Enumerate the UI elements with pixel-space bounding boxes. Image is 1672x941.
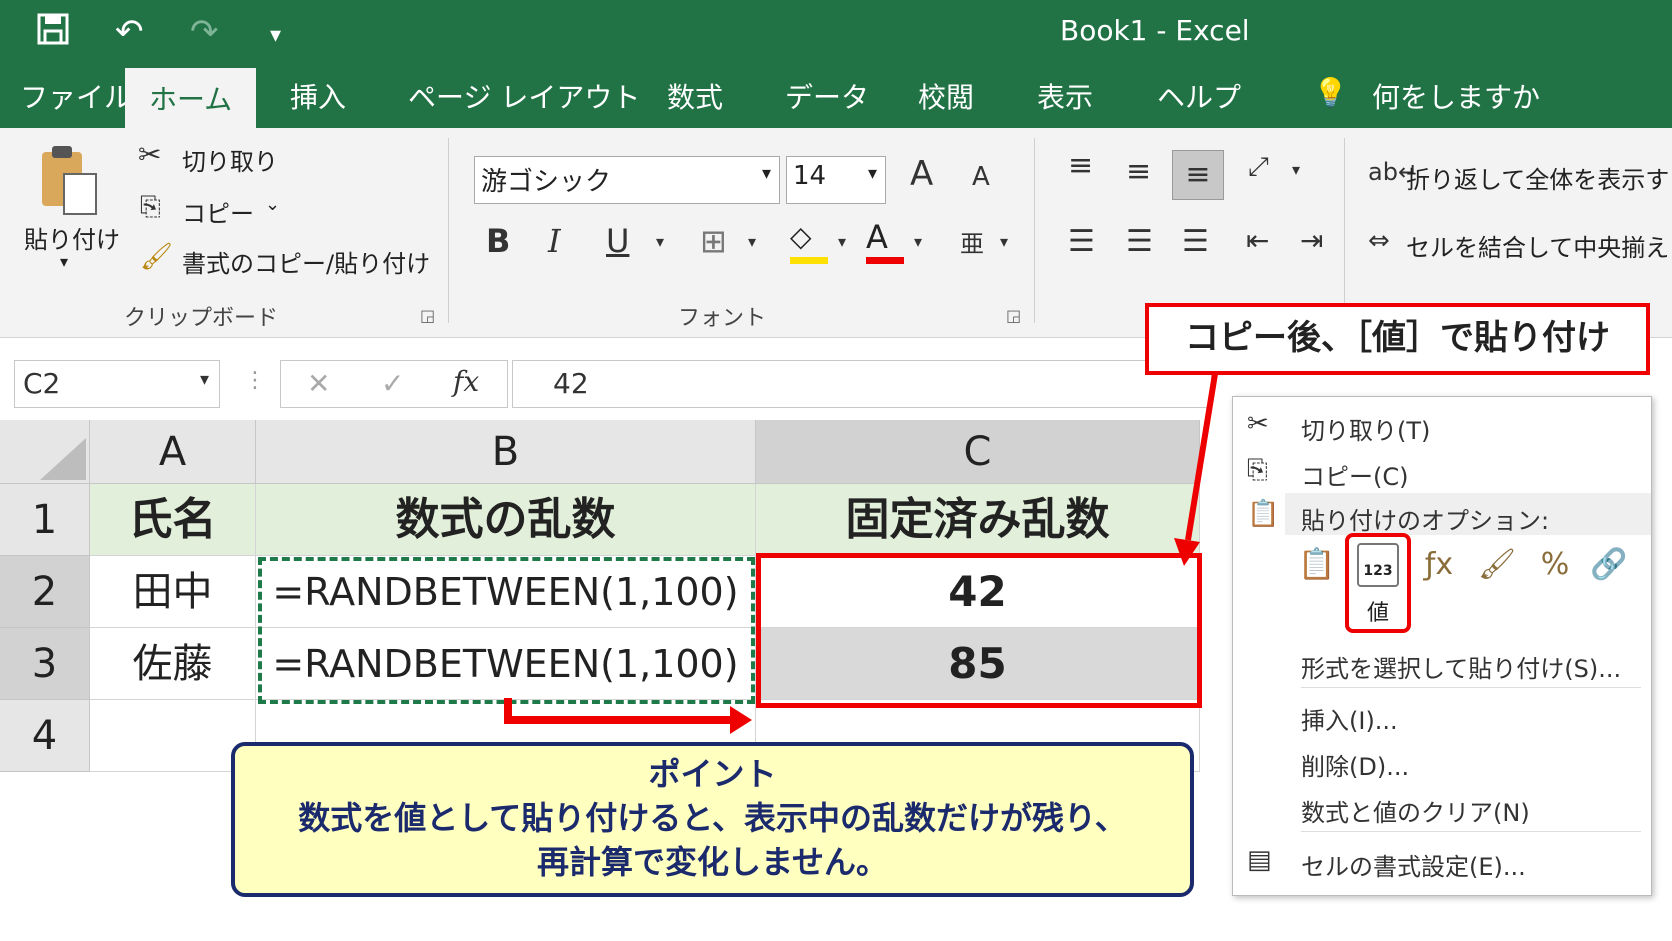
menu-item-cut[interactable]: 切り取り(T) <box>1301 411 1430 446</box>
menu-separator <box>1301 687 1641 688</box>
format-cells-icon: ▤ <box>1247 845 1272 875</box>
paste-option-link-icon[interactable]: 🔗 <box>1585 547 1633 599</box>
menu-item-format-cells[interactable]: セルの書式設定(E)... <box>1301 847 1526 882</box>
point-line-2: 再計算で変化しません。 <box>536 843 889 881</box>
paste-values-callout: コピー後、［値］で貼り付け <box>1145 303 1650 375</box>
point-line-1: 数式を値として貼り付けると、表示中の乱数だけが残り、 <box>298 799 1127 837</box>
paste-option-percent-icon[interactable]: % <box>1531 547 1579 599</box>
arrow-head-down <box>1174 538 1200 566</box>
paste-option-formulas-icon[interactable]: ƒx <box>1415 547 1463 599</box>
values-label: 値 <box>1366 601 1389 626</box>
arrow-head-right <box>730 706 752 734</box>
menu-item-insert[interactable]: 挿入(I)... <box>1301 701 1398 736</box>
values-badge: 123 <box>1357 543 1399 587</box>
menu-item-copy[interactable]: コピー(C) <box>1301 457 1408 492</box>
paste-icon: 📋 <box>1247 499 1280 529</box>
menu-separator <box>1301 831 1641 832</box>
menu-item-clear-contents[interactable]: 数式と値のクリア(N) <box>1301 793 1530 828</box>
menu-item-delete[interactable]: 削除(D)... <box>1301 747 1409 782</box>
paste-option-values[interactable]: 123 値 <box>1345 533 1411 633</box>
point-title: ポイント <box>648 755 777 793</box>
paste-option-paste-icon[interactable]: 📋 <box>1293 547 1341 599</box>
menu-item-paste-special[interactable]: 形式を選択して貼り付け(S)... <box>1301 649 1621 684</box>
copy-icon: ⎘ <box>1247 455 1268 485</box>
context-menu: ✂ 切り取り(T) ⎘ コピー(C) 📋 貼り付けのオプション: 📋 123 値… <box>1232 396 1652 896</box>
point-note: ポイント 数式を値として貼り付けると、表示中の乱数だけが残り、 再計算で変化しま… <box>231 742 1194 897</box>
paste-option-formatting-icon[interactable]: 🖌 <box>1473 547 1521 599</box>
paste-options-label: 貼り付けのオプション: <box>1301 507 1550 535</box>
scissors-icon: ✂ <box>1247 409 1269 439</box>
